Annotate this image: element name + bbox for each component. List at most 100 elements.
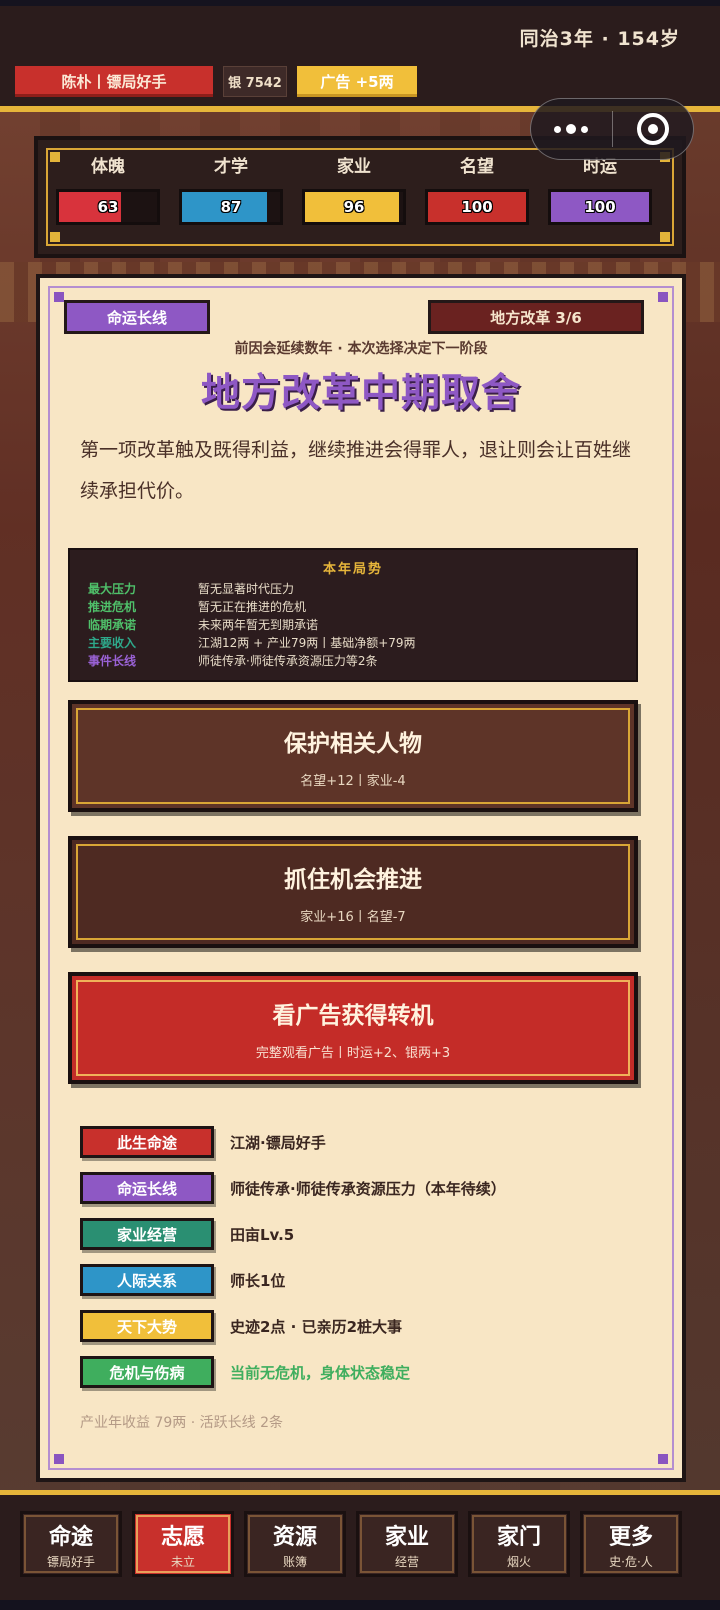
watch-ad-choice-button[interactable]: 看广告获得转机 完整观看广告丨时运+2、银两+3: [68, 972, 638, 1084]
situation-row: 最大压力 暂无显著时代压力: [88, 580, 294, 597]
event-title: 地方改革中期取舍: [200, 371, 521, 416]
stat-bar: 100: [425, 189, 529, 225]
info-row-family-business[interactable]: 家业经营 田亩Lv.5: [80, 1218, 294, 1250]
nav-tab-title: 更多: [608, 1524, 653, 1550]
nav-tab-aspiration[interactable]: 志愿 未立: [132, 1511, 234, 1577]
nav-tab-sub: 未立: [170, 1554, 195, 1569]
choice-effect: 名望+12丨家业-4: [300, 773, 406, 789]
stat-value: 96: [343, 198, 365, 216]
stat-bar: 96: [302, 189, 406, 225]
choice-frame: 抓住机会推进 家业+16丨名望-7: [76, 844, 630, 940]
more-menu-icon[interactable]: [531, 124, 612, 134]
info-text: 师长1位: [230, 1271, 286, 1290]
nav-tab-sub: 镖局好手: [46, 1554, 95, 1569]
choice-effect: 家业+16丨名望-7: [300, 909, 406, 925]
silver-count-chip: 银 7542: [223, 66, 287, 97]
info-row-relations[interactable]: 人际关系 师长1位: [80, 1264, 285, 1296]
choice-title: 保护相关人物: [284, 730, 422, 757]
info-text: 田亩Lv.5: [230, 1225, 295, 1244]
info-badge: 危机与伤病: [80, 1356, 214, 1388]
nav-tab-household[interactable]: 家门 烟火: [468, 1511, 570, 1577]
stat-bar: 63: [56, 189, 160, 225]
stat-value: 63: [97, 198, 119, 216]
situation-key: 最大压力: [88, 582, 137, 596]
situation-value: 未来两年暂无到期承诺: [198, 618, 319, 632]
stat-reputation: 名望 100: [425, 152, 529, 225]
corner-ornament: [54, 292, 64, 302]
destiny-tag: 命运长线: [64, 300, 210, 334]
corner-ornament: [658, 292, 668, 302]
situation-value: 江湖12两 + 产业79两丨基础净额+79两: [198, 636, 416, 650]
stat-value: 100: [584, 198, 616, 216]
stat-bar: 87: [179, 189, 283, 225]
stat-family: 家业 96: [302, 152, 406, 225]
nav-tab-life-path[interactable]: 命途 镖局好手: [20, 1511, 122, 1577]
stat-label: 家业: [337, 157, 371, 177]
info-row-crisis[interactable]: 危机与伤病 当前无危机，身体状态稳定: [80, 1356, 410, 1388]
yearly-situation-panel: 本年局势 最大压力 暂无显著时代压力 推进危机 暂无正在推进的危机 临期承诺 未…: [68, 548, 638, 682]
situation-heading: 本年局势: [322, 562, 383, 577]
nav-tab-title: 家业: [384, 1524, 429, 1550]
close-target-icon[interactable]: [613, 113, 694, 145]
situation-row: 事件长线 师徒传承·师徒传承资源压力等2条: [88, 652, 377, 669]
stat-label: 名望: [460, 157, 494, 177]
choice-title: 看广告获得转机: [272, 1002, 434, 1029]
info-badge: 家业经营: [80, 1218, 214, 1250]
stat-talent: 才学 87: [179, 152, 283, 225]
situation-row: 主要收入 江湖12两 + 产业79两丨基础净额+79两: [88, 634, 416, 651]
stat-value: 100: [461, 198, 493, 216]
info-text: 江湖·镖局好手: [230, 1133, 326, 1152]
income-footnote: 产业年收益 79两 · 活跃长线 2条: [80, 1415, 283, 1431]
info-text: 当前无危机，身体状态稳定: [230, 1363, 411, 1382]
corner-ornament: [54, 1454, 64, 1464]
info-badge: 命运长线: [80, 1172, 214, 1204]
stat-value: 87: [220, 198, 242, 216]
info-row-life-path[interactable]: 此生命途 江湖·镖局好手: [80, 1126, 326, 1158]
choice-frame: 保护相关人物 名望+12丨家业-4: [76, 708, 630, 804]
nav-tab-sub: 经营: [394, 1554, 419, 1569]
choice-advance-button[interactable]: 抓住机会推进 家业+16丨名望-7: [68, 836, 638, 948]
situation-row: 推进危机 暂无正在推进的危机: [88, 598, 306, 615]
stat-fortune: 时运 100: [548, 152, 652, 225]
corner-ornament: [660, 232, 670, 242]
nav-tab-title: 志愿: [160, 1524, 205, 1550]
info-text: 史迹2点 · 已亲历2桩大事: [230, 1317, 403, 1336]
nav-tab-more[interactable]: 更多 史·危·人: [580, 1511, 682, 1577]
info-badge: 人际关系: [80, 1264, 214, 1296]
character-name-chip[interactable]: 陈朴丨镖局好手: [15, 66, 213, 97]
info-text: 师徒传承·师徒传承资源压力（本年待续）: [230, 1179, 506, 1198]
bottom-nav: 命途 镖局好手 志愿 未立 资源 账簿 家业 经营 家门 烟火 更多 史·危·人: [0, 1490, 720, 1610]
stat-label: 体魄: [91, 157, 125, 177]
nav-tab-family-business[interactable]: 家业 经营: [356, 1511, 458, 1577]
info-row-world-trend[interactable]: 天下大势 史迹2点 · 已亲历2桩大事: [80, 1310, 402, 1342]
nav-tab-title: 资源: [272, 1524, 317, 1550]
info-badge: 天下大势: [80, 1310, 214, 1342]
info-row-destiny-line[interactable]: 命运长线 师徒传承·师徒传承资源压力（本年待续）: [80, 1172, 506, 1204]
nav-tab-title: 命途: [48, 1524, 93, 1550]
nav-tab-sub: 烟火: [506, 1554, 531, 1569]
situation-key: 临期承诺: [88, 618, 137, 632]
nav-tab-resources[interactable]: 资源 账簿: [244, 1511, 346, 1577]
situation-key: 推进危机: [88, 600, 137, 614]
situation-value: 师徒传承·师徒传承资源压力等2条: [198, 654, 378, 668]
stage-progress-tag: 地方改革 3/6: [428, 300, 644, 334]
nav-tab-title: 家门: [496, 1524, 541, 1550]
situation-row: 临期承诺 未来两年暂无到期承诺: [88, 616, 318, 633]
choice-protect-button[interactable]: 保护相关人物 名望+12丨家业-4: [68, 700, 638, 812]
stat-physique: 体魄 63: [56, 152, 160, 225]
situation-key: 事件长线: [88, 654, 137, 668]
nav-tab-sub: 账簿: [282, 1554, 307, 1569]
nav-tab-sub: 史·危·人: [609, 1554, 653, 1569]
ad-reward-button[interactable]: 广告 +5两: [297, 66, 417, 97]
situation-key: 主要收入: [88, 636, 137, 650]
choice-frame: 看广告获得转机 完整观看广告丨时运+2、银两+3: [76, 980, 630, 1076]
corner-ornament: [50, 232, 60, 242]
situation-value: 暂无正在推进的危机: [198, 600, 307, 614]
era-label: 同治3年 · 154岁: [519, 28, 680, 50]
top-bar: 同治3年 · 154岁 陈朴丨镖局好手 银 7542 广告 +5两: [0, 0, 720, 112]
situation-value: 暂无显著时代压力: [198, 582, 295, 596]
info-badge: 此生命途: [80, 1126, 214, 1158]
corner-ornament: [658, 1454, 668, 1464]
stat-bar: 100: [548, 189, 652, 225]
choice-effect: 完整观看广告丨时运+2、银两+3: [255, 1045, 451, 1061]
